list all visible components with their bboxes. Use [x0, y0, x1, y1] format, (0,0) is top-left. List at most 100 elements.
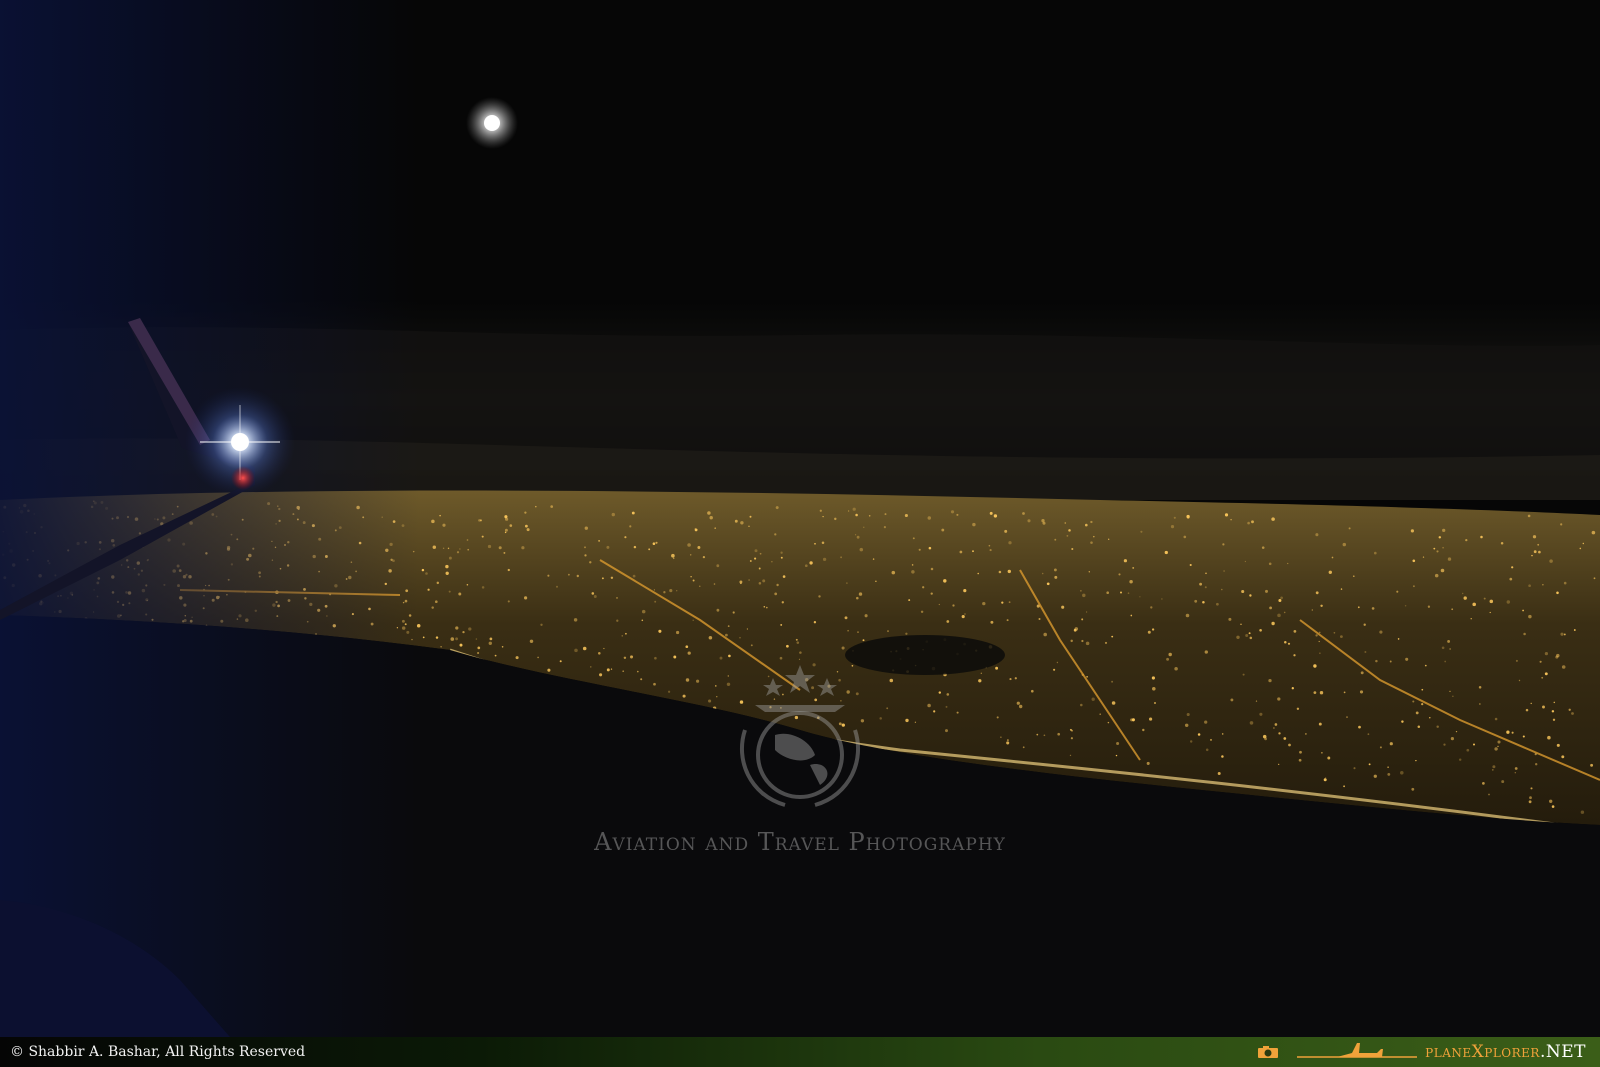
city-light: [1449, 648, 1451, 650]
city-light: [1043, 632, 1047, 637]
city-light: [427, 588, 430, 591]
city-light: [1030, 689, 1034, 693]
city-light: [1514, 767, 1518, 770]
city-light: [1368, 763, 1371, 766]
city-light: [1274, 723, 1278, 726]
city-light: [1081, 618, 1084, 621]
brand-logo[interactable]: planeXplorer.NET: [1425, 1042, 1586, 1062]
city-light: [1525, 708, 1529, 712]
city-light: [1511, 731, 1514, 734]
city-light: [1014, 677, 1017, 680]
city-light: [1199, 582, 1202, 586]
airplane-icon: [1297, 1043, 1418, 1058]
city-light: [754, 557, 757, 560]
city-light: [1043, 734, 1046, 737]
city-light: [822, 515, 824, 518]
city-light: [946, 620, 950, 623]
city-light: [1494, 747, 1498, 751]
city-light: [795, 638, 798, 641]
city-light: [813, 621, 817, 624]
city-light: [1081, 639, 1084, 643]
city-light: [1204, 650, 1208, 654]
city-light: [610, 576, 614, 579]
city-light: [1041, 572, 1044, 575]
city-light: [811, 686, 815, 690]
city-light: [993, 514, 998, 518]
city-light: [841, 646, 845, 650]
city-light: [696, 679, 700, 683]
city-light: [1318, 722, 1322, 726]
city-light: [1411, 787, 1415, 791]
city-light: [1404, 605, 1407, 607]
city-light: [1389, 742, 1393, 746]
city-light: [1299, 750, 1302, 754]
city-light: [1563, 633, 1566, 636]
city-light: [759, 552, 762, 555]
city-light: [682, 694, 686, 698]
city-light: [641, 609, 646, 614]
city-light: [1415, 711, 1419, 715]
city-light: [448, 590, 451, 593]
city-light: [1551, 805, 1555, 808]
city-light: [1088, 571, 1090, 573]
city-light: [1111, 701, 1116, 705]
city-light: [694, 528, 698, 532]
city-light: [1552, 718, 1556, 721]
city-light: [1447, 639, 1451, 643]
city-light: [504, 515, 508, 519]
city-light: [1008, 541, 1012, 545]
city-light: [1183, 535, 1187, 539]
city-light: [589, 561, 592, 564]
city-light: [1107, 721, 1110, 724]
city-light: [431, 519, 435, 524]
city-light: [487, 544, 492, 549]
city-light: [774, 592, 778, 596]
city-light: [714, 527, 716, 529]
city-light: [1506, 730, 1510, 734]
city-light: [1027, 519, 1031, 523]
city-light: [1111, 635, 1114, 638]
city-light: [1268, 562, 1272, 566]
city-light: [1580, 810, 1585, 814]
city-light: [1323, 778, 1327, 782]
city-light: [762, 579, 766, 583]
city-light: [961, 615, 965, 619]
city-light: [713, 583, 716, 585]
city-light: [933, 710, 936, 713]
city-light: [1436, 550, 1439, 553]
city-light: [440, 646, 442, 648]
city-light: [601, 577, 604, 580]
city-light: [658, 629, 662, 633]
city-light: [1042, 521, 1046, 525]
city-light: [590, 666, 592, 668]
city-light: [1352, 575, 1355, 578]
city-light: [1547, 735, 1551, 740]
city-light: [1511, 566, 1514, 569]
city-light: [740, 521, 744, 525]
city-light: [1074, 627, 1079, 631]
city-light: [1090, 520, 1093, 524]
city-light: [1412, 700, 1415, 703]
city-light: [445, 564, 449, 569]
city-light: [1093, 535, 1095, 538]
city-light: [1217, 772, 1221, 775]
city-light: [1168, 652, 1172, 657]
city-light: [616, 619, 619, 622]
city-light: [838, 678, 841, 682]
camera-icon: [1258, 1046, 1279, 1058]
city-light: [846, 582, 848, 584]
city-light: [855, 513, 858, 517]
city-light: [1541, 676, 1544, 679]
city-light: [1099, 713, 1101, 715]
city-light: [1438, 536, 1442, 539]
city-light: [995, 666, 999, 670]
city-light: [425, 572, 428, 575]
city-light: [1127, 592, 1130, 594]
city-light: [599, 673, 603, 677]
city-light: [1542, 705, 1545, 709]
city-light: [675, 630, 680, 635]
city-light: [1268, 678, 1272, 683]
city-light: [1123, 559, 1127, 563]
city-light: [610, 668, 613, 670]
city-light: [1006, 739, 1009, 742]
